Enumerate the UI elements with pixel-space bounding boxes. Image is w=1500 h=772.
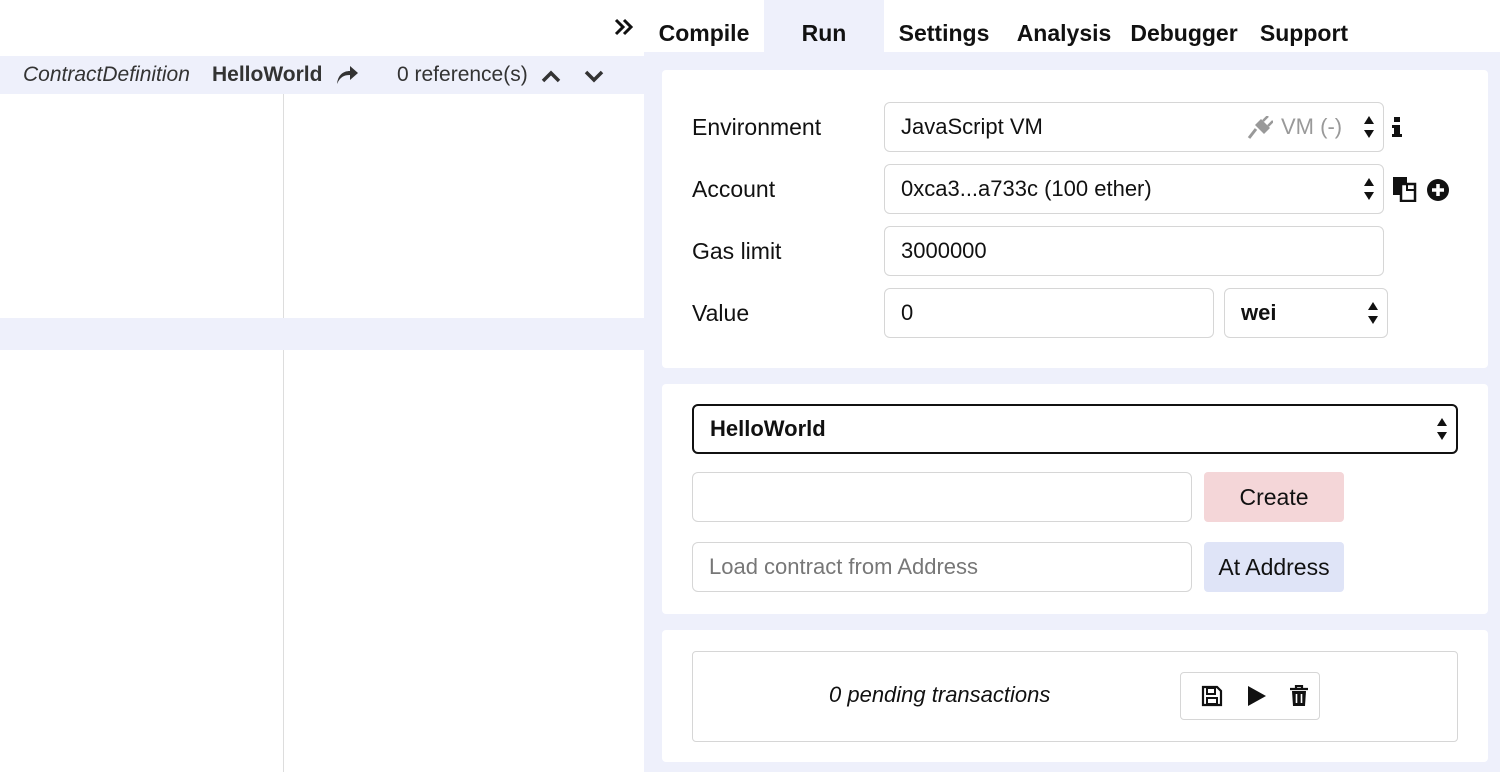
save-icon[interactable] [1201, 685, 1223, 707]
account-label: Account [692, 176, 776, 202]
constructor-args-input[interactable] [692, 472, 1192, 522]
copy-icon[interactable] [1392, 176, 1418, 202]
pending-transactions-box [692, 651, 1458, 742]
account-value: 0xca3...a733c (100 ether) [901, 176, 1152, 201]
info-icon[interactable] [1390, 116, 1404, 138]
account-select[interactable]: 0xca3...a733c (100 ether) [884, 164, 1384, 214]
jump-to-definition-icon[interactable] [334, 62, 360, 88]
load-address-placeholder: Load contract from Address [709, 554, 979, 579]
collapse-icon[interactable] [613, 16, 635, 38]
at-address-button[interactable]: At Address [1204, 542, 1344, 592]
tab-support[interactable]: Support [1244, 0, 1364, 52]
context-type: ContractDefinition [23, 63, 190, 86]
chevron-up-icon[interactable] [539, 64, 563, 88]
select-arrows-icon [1364, 116, 1374, 138]
select-arrows-icon [1437, 418, 1447, 440]
editor-gutter-divider [283, 94, 284, 772]
trash-icon[interactable] [1289, 685, 1309, 707]
gas-limit-label: Gas limit [692, 238, 782, 264]
tab-bar: Compile Run Settings Analysis Debugger S… [644, 0, 1500, 52]
contract-name: HelloWorld [710, 416, 826, 441]
environment-label: Environment [692, 114, 822, 140]
context-bar: ContractDefinition HelloWorld 0 referenc… [0, 56, 644, 94]
highlighted-line [0, 318, 644, 350]
tab-debugger[interactable]: Debugger [1124, 0, 1244, 52]
environment-badge: VM (-) [1281, 114, 1343, 139]
context-name: HelloWorld [212, 63, 323, 86]
value-input[interactable]: 0 [884, 288, 1214, 338]
environment-value: JavaScript VM [901, 114, 1043, 139]
plus-circle-icon[interactable] [1426, 178, 1450, 202]
play-icon[interactable] [1245, 685, 1267, 707]
environment-select[interactable]: JavaScript VM VM (-) [884, 102, 1384, 152]
value-unit-select[interactable]: wei [1224, 288, 1388, 338]
load-address-input[interactable]: Load contract from Address [692, 542, 1192, 592]
value-unit: wei [1241, 300, 1277, 325]
create-button[interactable]: Create [1204, 472, 1344, 522]
chevron-down-icon[interactable] [582, 64, 606, 88]
tab-analysis[interactable]: Analysis [1004, 0, 1124, 52]
contract-select[interactable]: HelloWorld [692, 404, 1458, 454]
tab-settings[interactable]: Settings [884, 0, 1004, 52]
plug-icon [1247, 116, 1273, 139]
gas-limit-input[interactable]: 3000000 [884, 226, 1384, 276]
tab-compile[interactable]: Compile [644, 0, 764, 52]
pending-transactions-text: 0 pending transactions [829, 682, 1051, 707]
value-label: Value [692, 300, 750, 326]
transaction-controls [1180, 672, 1320, 720]
select-arrows-icon [1364, 178, 1374, 200]
editor-area: ContractDefinition HelloWorld 0 referenc… [0, 0, 644, 772]
select-arrows-icon [1368, 302, 1378, 324]
tab-run[interactable]: Run [764, 0, 884, 52]
value-amount: 0 [901, 300, 914, 325]
gas-limit-value: 3000000 [901, 238, 987, 263]
references-count: 0 reference(s) [397, 63, 528, 86]
